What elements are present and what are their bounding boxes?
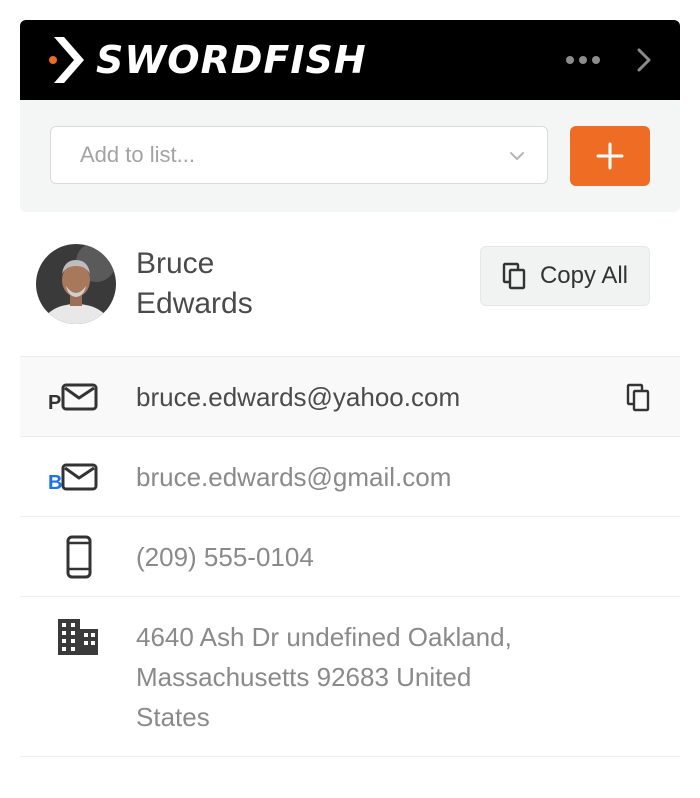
add-to-list-placeholder: Add to list...	[80, 142, 195, 167]
address-line-3: States	[136, 702, 210, 732]
contact-panel: SWORDFISH Add to list... Copy All P bruc…	[20, 20, 680, 757]
brand-name: SWORDFISH	[96, 38, 367, 82]
avatar	[36, 244, 116, 324]
address-line-1: 4640 Ash Dr undefined Oakland,	[136, 622, 512, 652]
business-email-badge: B	[48, 472, 62, 493]
add-to-list-select[interactable]: Add to list...	[50, 126, 548, 184]
add-to-list-button[interactable]	[570, 126, 650, 186]
business-email-row[interactable]: B bruce.edwards@gmail.com	[20, 436, 680, 516]
phone-row[interactable]: (209) 555-0104	[20, 516, 680, 596]
personal-email-icon: P	[48, 383, 98, 413]
copy-all-label: Copy All	[539, 262, 629, 289]
personal-email-row[interactable]: P bruce.edwards@yahoo.com	[20, 356, 680, 436]
avatar-photo-icon	[36, 244, 116, 324]
chevron-down-icon	[510, 152, 524, 160]
contact-profile: Copy All	[20, 212, 680, 356]
chevron-right-icon[interactable]	[636, 47, 652, 73]
copy-icon[interactable]	[626, 383, 652, 413]
mobile-phone-icon	[66, 535, 92, 579]
personal-email-value: bruce.edwards@yahoo.com	[136, 382, 461, 412]
address-row[interactable]: 4640 Ash Dr undefined Oakland, Massachus…	[20, 596, 680, 756]
contact-name: Bruce Edwards	[136, 244, 253, 324]
business-email-value: bruce.edwards@gmail.com	[136, 462, 452, 492]
copy-all-button[interactable]: Copy All	[480, 246, 650, 306]
copy-icon	[502, 262, 526, 290]
personal-email-badge: P	[48, 392, 61, 413]
plus-icon	[596, 142, 624, 170]
bottom-divider	[20, 756, 680, 757]
last-name: Edwards	[136, 287, 253, 320]
business-email-icon: B	[48, 463, 98, 493]
building-icon	[58, 619, 98, 655]
top-actions	[566, 20, 652, 100]
swordfish-logo-icon	[49, 37, 84, 83]
address-line-2: Massachusetts 92683 United	[136, 662, 472, 692]
address-value: 4640 Ash Dr undefined Oakland, Massachus…	[136, 617, 512, 737]
first-name: Bruce	[136, 247, 215, 280]
top-bar: SWORDFISH	[20, 20, 680, 100]
phone-value: (209) 555-0104	[136, 542, 314, 572]
add-to-list-bar: Add to list...	[20, 100, 680, 212]
brand-logo: SWORDFISH	[48, 35, 367, 85]
more-horizontal-icon[interactable]	[566, 56, 600, 64]
